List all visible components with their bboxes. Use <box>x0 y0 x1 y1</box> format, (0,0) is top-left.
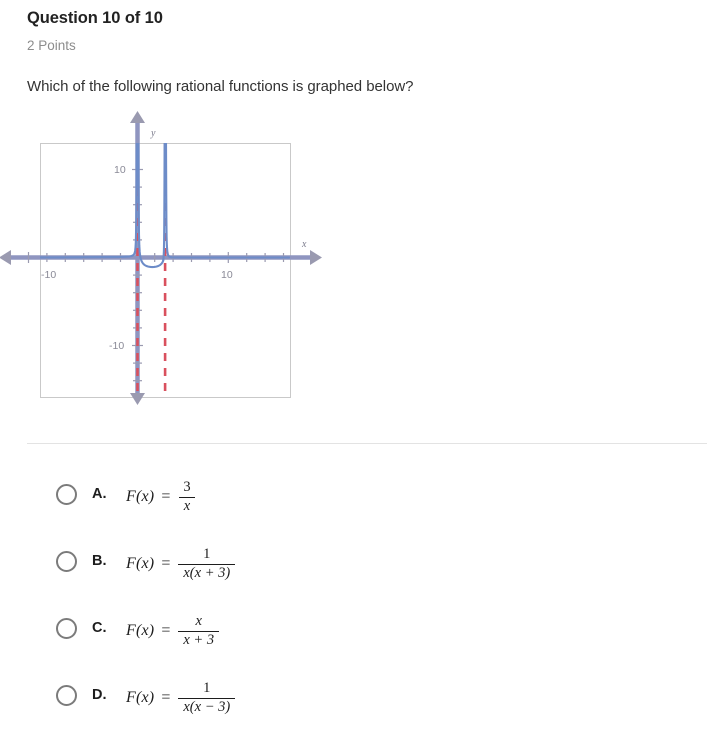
answer-formula-c: F(x) = x x + 3 <box>126 613 220 649</box>
radio-button-b[interactable] <box>56 551 77 572</box>
radio-button-c[interactable] <box>56 618 77 639</box>
fraction-b: 1 x(x + 3) <box>178 546 236 582</box>
function-notation-b: F(x) <box>126 555 155 573</box>
function-notation-a: F(x) <box>126 488 155 506</box>
x-axis-right-arrow <box>310 250 322 265</box>
question-prompt: Which of the following rational function… <box>27 78 414 95</box>
fraction-numerator-d: 1 <box>203 680 211 696</box>
fraction-denominator-c: x + 3 <box>178 630 220 649</box>
answer-choice-list: A. F(x) = 3 x B. F(x) = 1 x(x + 3) C. F(… <box>56 474 656 742</box>
fraction-denominator-a: x <box>178 496 196 515</box>
equals-sign-c: = <box>161 622 171 640</box>
function-notation-c: F(x) <box>126 622 155 640</box>
equals-sign-d: = <box>161 689 171 707</box>
answer-formula-d: F(x) = 1 x(x − 3) <box>126 680 236 716</box>
answer-formula-b: F(x) = 1 x(x + 3) <box>126 546 236 582</box>
fraction-denominator-d: x(x − 3) <box>178 697 236 716</box>
fraction-d: 1 x(x − 3) <box>178 680 236 716</box>
equals-sign-b: = <box>161 555 171 573</box>
radio-button-d[interactable] <box>56 685 77 706</box>
fraction-a: 3 x <box>178 479 196 515</box>
graph-figure <box>40 143 291 398</box>
radio-button-a[interactable] <box>56 484 77 505</box>
equals-sign-a: = <box>161 488 171 506</box>
section-divider <box>27 443 707 444</box>
points-label: 2 Points <box>27 38 76 53</box>
answer-formula-a: F(x) = 3 x <box>126 479 196 515</box>
answer-choice-c[interactable]: C. F(x) = x x + 3 <box>56 608 656 675</box>
x-axis-left-arrow <box>0 250 11 265</box>
fraction-c: x x + 3 <box>178 613 220 649</box>
fraction-numerator-b: 1 <box>203 546 211 562</box>
answer-letter-c: C. <box>92 620 107 636</box>
answer-letter-a: A. <box>92 486 107 502</box>
answer-choice-d[interactable]: D. F(x) = 1 x(x − 3) <box>56 675 656 742</box>
x-axis-label: x <box>301 239 307 250</box>
question-header: Question 10 of 10 2 Points Which of the … <box>27 8 687 97</box>
answer-letter-d: D. <box>92 687 107 703</box>
answer-letter-b: B. <box>92 553 107 569</box>
function-notation-d: F(x) <box>126 689 155 707</box>
fraction-denominator-b: x(x + 3) <box>178 563 236 582</box>
fraction-numerator-a: 3 <box>183 479 191 495</box>
y-axis-label: y <box>150 128 156 139</box>
fraction-numerator-c: x <box>195 613 202 629</box>
page-title: Question 10 of 10 <box>27 9 163 27</box>
answer-choice-a[interactable]: A. F(x) = 3 x <box>56 474 656 541</box>
y-axis-top-arrow <box>130 111 145 123</box>
answer-choice-b[interactable]: B. F(x) = 1 x(x + 3) <box>56 541 656 608</box>
